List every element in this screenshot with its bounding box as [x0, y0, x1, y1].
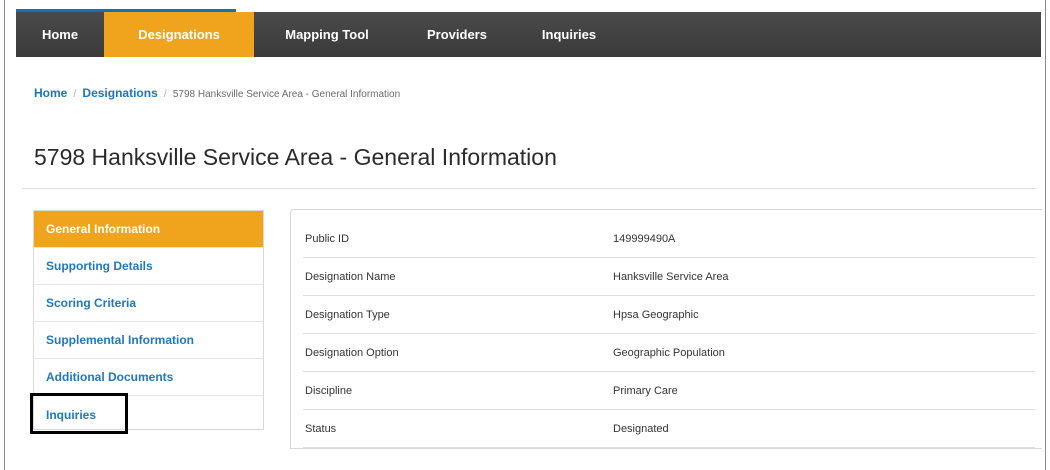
page-title: 5798 Hanksville Service Area - General I… — [34, 144, 557, 170]
sidebar-item-general-information[interactable]: General Information — [34, 211, 263, 248]
section-sidebar: General Information Supporting Details S… — [33, 210, 264, 430]
field-label: Designation Type — [303, 295, 613, 334]
breadcrumb-current: 5798 Hanksville Service Area - General I… — [172, 89, 401, 100]
breadcrumb-separator: / — [73, 88, 77, 100]
breadcrumb-designations-link[interactable]: Designations — [82, 86, 157, 100]
table-row: Designation Name Hanksville Service Area — [303, 257, 1035, 296]
table-row: Designation Type Hpsa Geographic — [303, 295, 1035, 334]
field-label: Public ID — [303, 220, 613, 258]
nav-item-providers[interactable]: Providers — [400, 12, 514, 57]
field-value: 149999490A — [613, 220, 1035, 258]
sidebar-item-inquiries[interactable]: Inquiries — [34, 396, 263, 433]
nav-item-inquiries[interactable]: Inquiries — [514, 12, 624, 57]
field-value: Designated — [613, 409, 1035, 448]
breadcrumb-separator: / — [163, 88, 167, 100]
sidebar-item-supplemental-information[interactable]: Supplemental Information — [34, 322, 263, 359]
field-label: Status — [303, 409, 613, 448]
sidebar-item-scoring-criteria[interactable]: Scoring Criteria — [34, 285, 263, 322]
title-divider — [22, 188, 1037, 189]
general-information-table: Public ID 149999490A Designation Name Ha… — [303, 220, 1035, 448]
field-value: Primary Care — [613, 371, 1035, 410]
general-information-panel: Public ID 149999490A Designation Name Ha… — [290, 209, 1042, 449]
table-row: Designation Option Geographic Population — [303, 333, 1035, 372]
field-label: Designation Name — [303, 257, 613, 296]
nav-item-home[interactable]: Home — [16, 12, 104, 57]
top-navigation: Home Designations Mapping Tool Providers… — [16, 9, 1041, 57]
table-row: Status Designated — [303, 409, 1035, 448]
table-row: Discipline Primary Care — [303, 371, 1035, 410]
nav-item-designations[interactable]: Designations — [104, 12, 254, 57]
field-value: Hanksville Service Area — [613, 257, 1035, 296]
nav-accent-line — [16, 9, 236, 12]
sidebar-item-additional-documents[interactable]: Additional Documents — [34, 359, 263, 396]
table-row: Public ID 149999490A — [303, 220, 1035, 258]
field-label: Designation Option — [303, 333, 613, 372]
breadcrumb-home-link[interactable]: Home — [34, 86, 67, 100]
sidebar-item-supporting-details[interactable]: Supporting Details — [34, 248, 263, 285]
nav-item-mapping-tool[interactable]: Mapping Tool — [254, 12, 400, 57]
breadcrumb: Home / Designations / 5798 Hanksville Servic… — [34, 86, 400, 100]
field-value: Hpsa Geographic — [613, 295, 1035, 334]
field-value: Geographic Population — [613, 333, 1035, 372]
field-label: Discipline — [303, 371, 613, 410]
